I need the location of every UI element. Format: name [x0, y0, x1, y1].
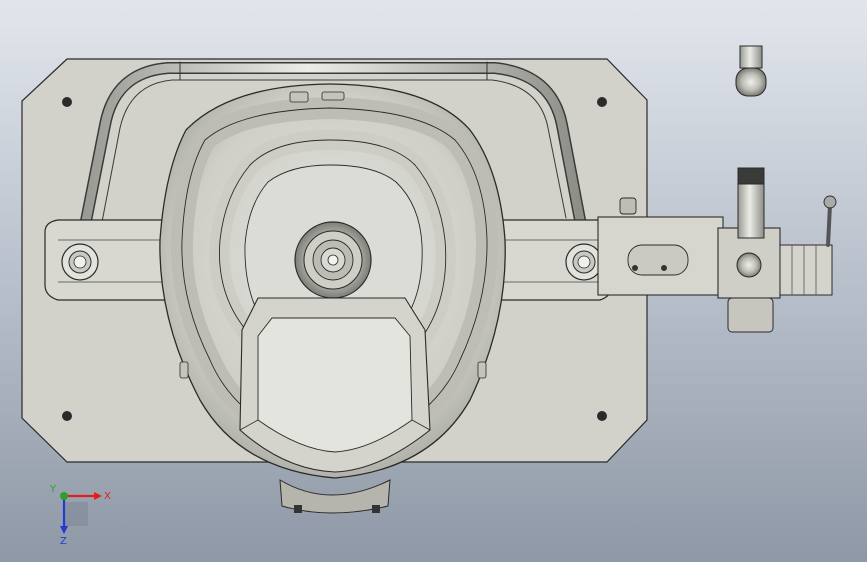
z-axis-label: Z [60, 536, 67, 546]
coordinate-triad: X Z Y [49, 484, 111, 546]
triad-plane [64, 502, 88, 526]
cad-viewport[interactable]: X Z Y [0, 0, 867, 562]
y-axis-label: Y [49, 484, 57, 495]
valve-assembly [717, 167, 837, 333]
detached-fitting [735, 45, 767, 97]
y-axis-dot [60, 492, 68, 500]
z-axis-head [60, 526, 68, 534]
x-axis-label: X [104, 491, 111, 502]
model-drawing [21, 45, 837, 514]
x-axis-head [94, 492, 102, 500]
central-hub [294, 221, 372, 299]
